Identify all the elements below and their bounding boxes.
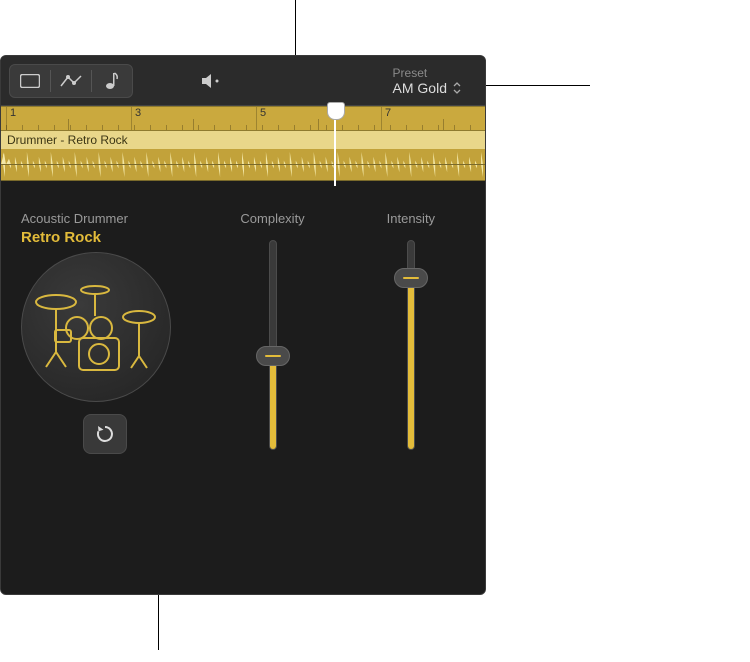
drummer-column: Acoustic Drummer Retro Rock xyxy=(21,211,188,584)
refresh-icon xyxy=(95,424,115,444)
chevron-updown-icon xyxy=(453,82,461,94)
intensity-slider-wrap xyxy=(401,226,421,584)
drummer-style-name: Retro Rock xyxy=(21,229,101,246)
preview-speaker-button[interactable] xyxy=(191,64,231,98)
ruler-bar-label: 3 xyxy=(131,107,141,130)
tool-group xyxy=(9,64,133,98)
drummer-region[interactable]: Drummer - Retro Rock xyxy=(1,131,485,181)
slider-fill xyxy=(408,278,414,449)
bar-ruler[interactable]: 1357 xyxy=(1,106,485,131)
complexity-label: Complexity xyxy=(240,211,304,226)
editor-body: Acoustic Drummer Retro Rock xyxy=(1,181,485,594)
slider-thumb[interactable] xyxy=(256,346,290,366)
slider-fill xyxy=(270,355,276,449)
complexity-slider-wrap xyxy=(263,226,283,584)
preset-control: Preset AM Gold xyxy=(393,66,477,96)
callout-line-regenerate xyxy=(158,595,159,650)
ruler-bar-label: 1 xyxy=(6,107,16,130)
intensity-column: Intensity xyxy=(357,211,465,584)
preset-popup[interactable]: AM Gold xyxy=(393,80,461,96)
toolbar: Preset AM Gold xyxy=(1,56,485,106)
intensity-slider[interactable] xyxy=(401,240,421,450)
drummer-category-label: Acoustic Drummer xyxy=(21,211,128,226)
note-tool-button[interactable] xyxy=(92,64,132,98)
playhead[interactable] xyxy=(334,106,336,186)
complexity-column: Complexity xyxy=(218,211,326,584)
callout-line-speaker xyxy=(295,0,296,55)
intensity-label: Intensity xyxy=(387,211,435,226)
regenerate-button[interactable] xyxy=(83,414,127,454)
drummer-editor-panel: Preset AM Gold 1357 Drummer - Retro Rock xyxy=(0,55,486,595)
preset-value: AM Gold xyxy=(393,80,447,96)
region-title: Drummer - Retro Rock xyxy=(7,133,128,147)
drum-kit-graphic[interactable] xyxy=(21,252,171,402)
complexity-slider[interactable] xyxy=(263,240,283,450)
preset-label: Preset xyxy=(393,66,461,80)
slider-thumb[interactable] xyxy=(394,268,428,288)
waveform xyxy=(1,149,485,180)
region-tool-button[interactable] xyxy=(10,64,50,98)
timeline-area: 1357 Drummer - Retro Rock xyxy=(1,106,485,181)
automation-tool-button[interactable] xyxy=(51,64,91,98)
